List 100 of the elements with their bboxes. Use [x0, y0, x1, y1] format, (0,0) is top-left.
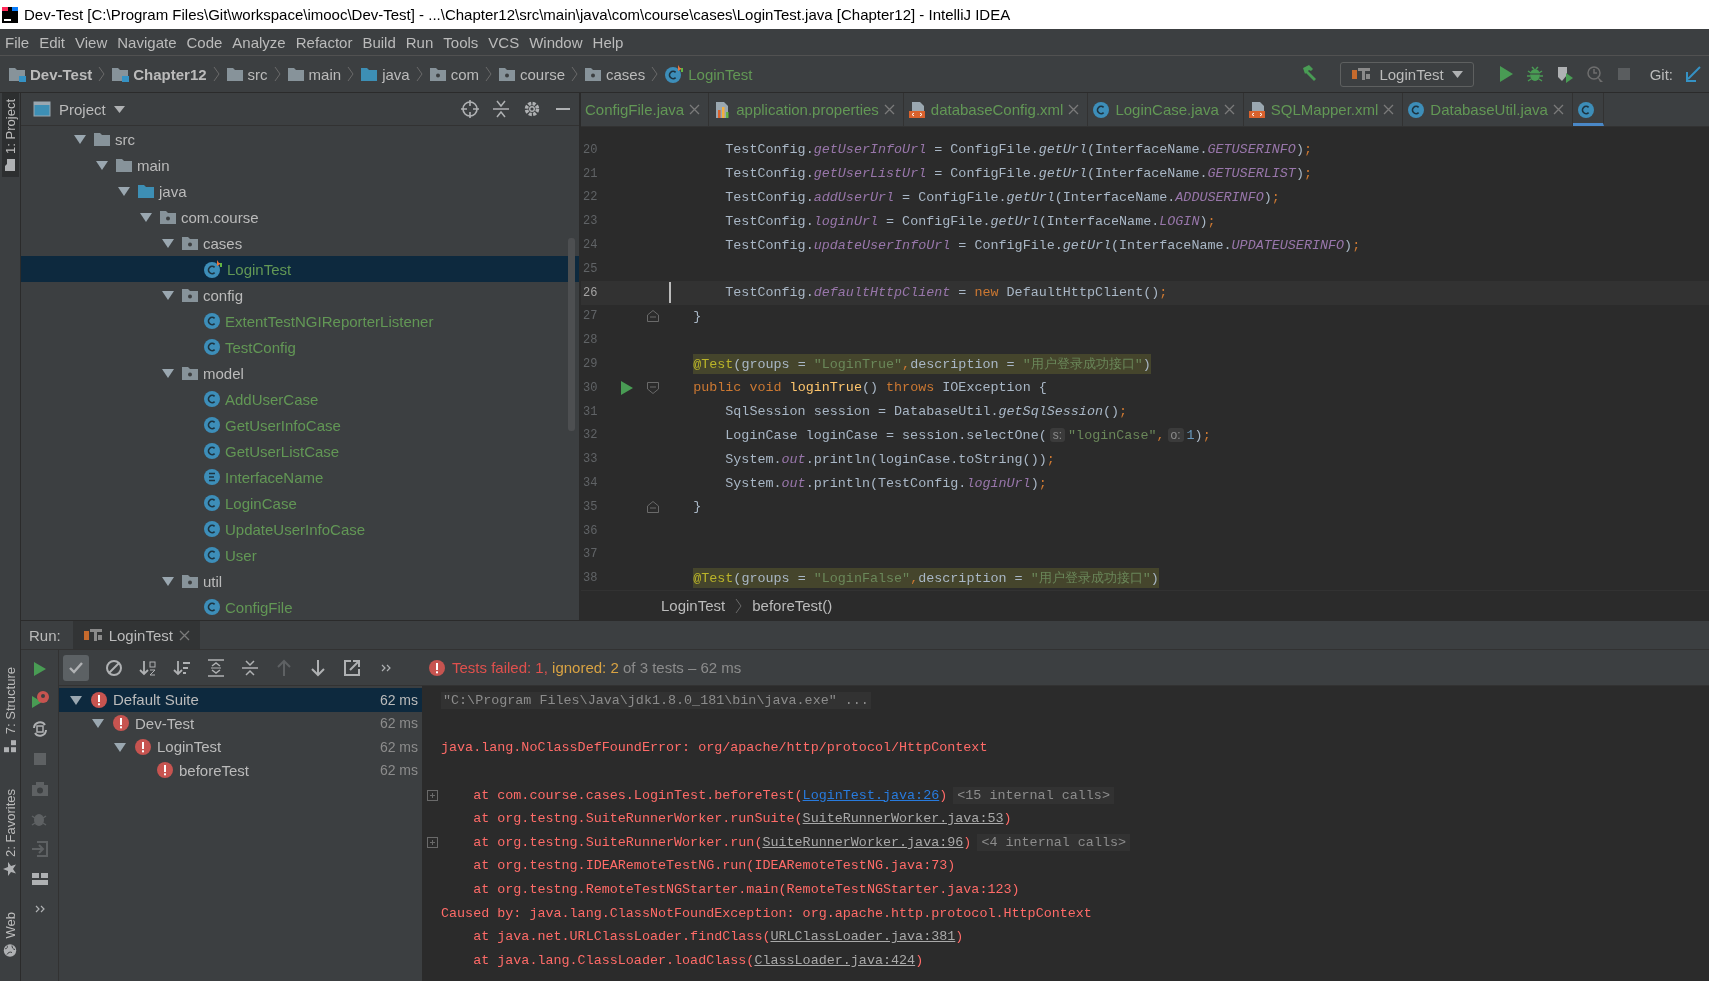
test-tree-item[interactable]: Dev-Test 62 ms: [59, 711, 422, 735]
tree-item[interactable]: main: [21, 152, 579, 178]
run-tab[interactable]: LoginTest: [72, 621, 200, 649]
menu-item[interactable]: Code: [183, 31, 228, 53]
tree-item[interactable]: ExtentTestNGIReporterListener: [21, 308, 579, 334]
fold-marker-icon[interactable]: [647, 381, 659, 394]
tool-window-tab[interactable]: Web: [1, 906, 19, 964]
tree-item[interactable]: User: [21, 542, 579, 568]
expand-icon[interactable]: [427, 836, 438, 848]
breadcrumb-item[interactable]: beforeTest(): [752, 597, 833, 614]
close-icon[interactable]: [689, 104, 701, 115]
menu-item[interactable]: Tools: [440, 31, 484, 53]
tree-item[interactable]: java: [21, 178, 579, 204]
menu-item[interactable]: Refactor: [292, 31, 358, 53]
menu-item[interactable]: Build: [359, 31, 401, 53]
project-view-dropdown[interactable]: Project: [33, 100, 125, 118]
tree-item[interactable]: config: [21, 282, 579, 308]
tree-item[interactable]: InterfaceName: [21, 464, 579, 490]
bug-icon[interactable]: [1525, 65, 1544, 83]
tree-item[interactable]: AddUserCase: [21, 386, 579, 412]
toggle-auto-test-icon[interactable]: [30, 720, 49, 738]
editor-tab[interactable]: DatabaseUtil.java: [1403, 93, 1573, 126]
expanded-arrow-icon[interactable]: [162, 368, 174, 378]
settings-icon[interactable]: [523, 100, 541, 118]
expanded-arrow-icon[interactable]: [92, 718, 104, 729]
menu-item[interactable]: Help: [589, 31, 629, 53]
expand-all-icon[interactable]: [207, 658, 225, 677]
expanded-arrow-icon[interactable]: [96, 160, 108, 170]
run-configuration-dropdown[interactable]: LoginTest: [1340, 61, 1474, 87]
editor-tab[interactable]: LoginCase.java: [1088, 93, 1244, 126]
breadcrumb-item[interactable]: Dev-Test: [6, 63, 95, 85]
breadcrumb-item[interactable]: course: [496, 63, 568, 85]
close-icon[interactable]: [883, 104, 895, 115]
expanded-arrow-icon[interactable]: [140, 212, 152, 222]
tool-window-tab[interactable]: 7: Structure: [1, 660, 19, 760]
source-link[interactable]: SuiteRunnerWorker.java:96: [762, 834, 964, 850]
source-link[interactable]: SuiteRunnerWorker.java:53: [802, 811, 1004, 827]
breadcrumb-item[interactable]: LoginTest: [661, 597, 726, 614]
menu-item[interactable]: Analyze: [229, 31, 291, 53]
tool-window-tab[interactable]: 2: Favorites: [1, 783, 19, 883]
expanded-arrow-icon[interactable]: [162, 290, 174, 300]
tree-item[interactable]: ConfigFile: [21, 594, 579, 620]
tree-item[interactable]: util: [21, 568, 579, 594]
scrollbar-thumb[interactable]: [568, 238, 575, 431]
source-link[interactable]: URLClassLoader.java:381: [770, 929, 956, 945]
tree-item[interactable]: model: [21, 360, 579, 386]
menu-item[interactable]: Navigate: [114, 31, 182, 53]
tree-item[interactable]: GetUserListCase: [21, 438, 579, 464]
show-passed-toggle[interactable]: [63, 654, 89, 681]
test-tree-item[interactable]: LoginTest 62 ms: [59, 735, 422, 759]
expanded-arrow-icon[interactable]: [74, 134, 86, 144]
folded-calls-label[interactable]: <15 internal calls>: [953, 786, 1114, 804]
vcs-update-icon[interactable]: [1685, 66, 1701, 82]
export-icon[interactable]: [343, 658, 361, 677]
tool-window-tab[interactable]: 1: Project: [1, 93, 19, 177]
tree-item[interactable]: src: [21, 126, 579, 152]
fold-marker-icon[interactable]: [647, 500, 659, 513]
breadcrumb-item[interactable]: cases: [582, 63, 648, 85]
breadcrumb-item[interactable]: com: [426, 63, 481, 85]
close-icon[interactable]: [1223, 104, 1235, 115]
menu-item[interactable]: File: [2, 31, 35, 53]
menu-item[interactable]: Run: [402, 31, 439, 53]
test-tree-item[interactable]: Default Suite 62 ms: [59, 688, 422, 712]
close-icon[interactable]: [1552, 104, 1564, 115]
tree-item[interactable]: LoginCase: [21, 490, 579, 516]
run-gutter-icon[interactable]: [620, 379, 634, 396]
tree-item[interactable]: cases: [21, 230, 579, 256]
expand-icon[interactable]: [427, 789, 438, 801]
test-tree-item[interactable]: beforeTest 62 ms: [59, 758, 422, 782]
menu-item[interactable]: Window: [526, 31, 588, 53]
sort-alphabetically-icon[interactable]: [139, 658, 157, 677]
menu-item[interactable]: VCS: [485, 31, 525, 53]
expanded-arrow-icon[interactable]: [162, 576, 174, 586]
tree-item[interactable]: LoginTest: [21, 256, 579, 282]
editor-tab[interactable]: [1572, 93, 1604, 126]
breadcrumb-item[interactable]: src: [223, 63, 270, 85]
collapse-all-icon[interactable]: [241, 658, 259, 677]
expanded-arrow-icon[interactable]: [114, 741, 126, 752]
close-icon[interactable]: [178, 629, 190, 641]
expanded-arrow-icon[interactable]: [70, 694, 82, 705]
source-link[interactable]: LoginTest.java:26: [802, 787, 940, 803]
fold-marker-icon[interactable]: [647, 310, 659, 323]
down-arrow-icon[interactable]: [309, 658, 327, 677]
collapse-all-icon[interactable]: [493, 100, 509, 118]
locate-icon[interactable]: [461, 100, 479, 118]
expanded-arrow-icon[interactable]: [118, 186, 130, 196]
rerun-failed-icon[interactable]: [30, 690, 49, 708]
expanded-arrow-icon[interactable]: [162, 238, 174, 248]
menu-item[interactable]: Edit: [36, 31, 71, 53]
tree-item[interactable]: GetUserInfoCase: [21, 412, 579, 438]
close-icon[interactable]: [1383, 104, 1395, 115]
editor-tab[interactable]: databaseConfig.xml: [903, 93, 1089, 126]
folded-calls-label[interactable]: <4 internal calls>: [977, 833, 1131, 851]
tree-item[interactable]: com.course: [21, 204, 579, 230]
breadcrumb-item[interactable]: main: [284, 63, 344, 85]
source-link[interactable]: ClassLoader.java:424: [754, 952, 916, 968]
sort-by-duration-icon[interactable]: [173, 658, 191, 677]
coverage-icon[interactable]: [1555, 65, 1574, 83]
breadcrumb-item[interactable]: LoginTest: [662, 62, 755, 86]
tree-item[interactable]: UpdateUserInfoCase: [21, 516, 579, 542]
